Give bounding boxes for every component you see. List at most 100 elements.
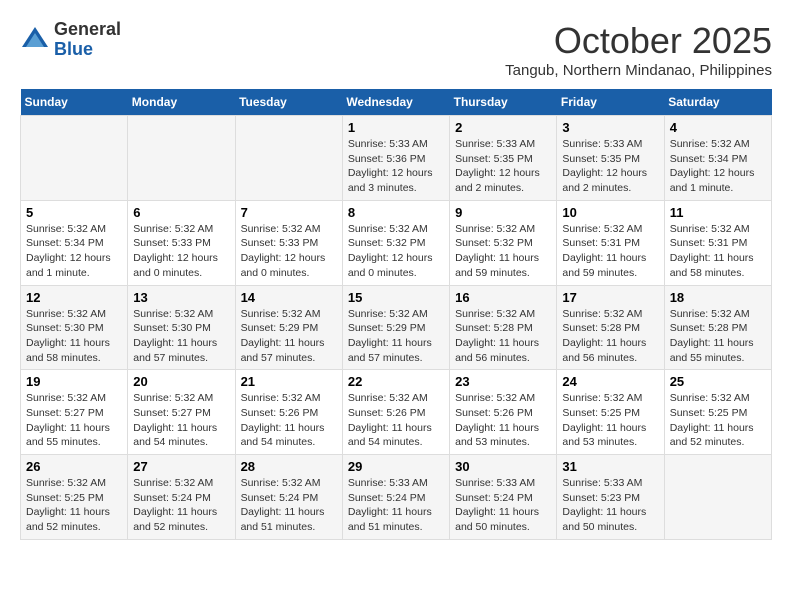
day-number: 24 [562,374,658,389]
day-number: 12 [26,290,122,305]
day-number: 28 [241,459,337,474]
day-info: Sunrise: 5:32 AMSunset: 5:32 PMDaylight:… [455,222,551,281]
day-number: 31 [562,459,658,474]
logo-icon [20,25,50,55]
logo: General Blue [20,20,121,60]
day-number: 18 [670,290,766,305]
calendar-cell: 14 Sunrise: 5:32 AMSunset: 5:29 PMDayligh… [235,285,342,370]
day-info: Sunrise: 5:32 AMSunset: 5:25 PMDaylight:… [26,476,122,535]
calendar-cell: 5Sunrise: 5:32 AMSunset: 5:34 PMDaylight… [21,200,128,285]
calendar-cell: 16 Sunrise: 5:32 AMSunset: 5:28 PMDayligh… [450,285,557,370]
day-number: 10 [562,205,658,220]
day-number: 1 [348,120,444,135]
calendar-cell: 28 Sunrise: 5:32 AMSunset: 5:24 PMDayligh… [235,455,342,540]
day-info: Sunrise: 5:32 AMSunset: 5:26 PMDaylight:… [455,391,551,450]
calendar-cell: 4 Sunrise: 5:32 AMSunset: 5:34 PMDaylight… [664,116,771,201]
calendar-cell: 19 Sunrise: 5:32 AMSunset: 5:27 PMDayligh… [21,370,128,455]
day-of-week-header: Thursday [450,89,557,116]
calendar-cell: 11 Sunrise: 5:32 AMSunset: 5:31 PMDayligh… [664,200,771,285]
calendar-cell [128,116,235,201]
page-header: General Blue October 2025 Tangub, Northe… [20,20,772,79]
calendar-cell [664,455,771,540]
day-number: 26 [26,459,122,474]
day-info: Sunrise: 5:32 AMSunset: 5:33 PMDaylight:… [133,222,229,281]
location: Tangub, Northern Mindanao, Philippines [505,62,772,79]
day-number: 27 [133,459,229,474]
day-info: Sunrise: 5:32 AMSunset: 5:33 PMDaylight:… [241,222,337,281]
day-info: Sunrise: 5:32 AMSunset: 5:27 PMDaylight:… [26,391,122,450]
calendar-cell: 29Sunrise: 5:33 AMSunset: 5:24 PMDayligh… [342,455,449,540]
calendar-cell [235,116,342,201]
day-number: 3 [562,120,658,135]
day-info: Sunrise: 5:32 AMSunset: 5:34 PMDaylight:… [26,222,122,281]
day-of-week-header: Friday [557,89,664,116]
calendar-cell: 27 Sunrise: 5:32 AMSunset: 5:24 PMDayligh… [128,455,235,540]
day-number: 23 [455,374,551,389]
calendar-cell: 20Sunrise: 5:32 AMSunset: 5:27 PMDayligh… [128,370,235,455]
day-number: 6 [133,205,229,220]
calendar-cell: 24 Sunrise: 5:32 AMSunset: 5:25 PMDayligh… [557,370,664,455]
calendar-cell: 21Sunrise: 5:32 AMSunset: 5:26 PMDayligh… [235,370,342,455]
day-number: 9 [455,205,551,220]
day-info: Sunrise: 5:32 AMSunset: 5:24 PMDaylight:… [133,476,229,535]
day-info: Sunrise: 5:33 AMSunset: 5:24 PMDaylight:… [348,476,444,535]
calendar-cell: 10 Sunrise: 5:32 AMSunset: 5:31 PMDayligh… [557,200,664,285]
calendar-week-row: 1Sunrise: 5:33 AMSunset: 5:36 PMDaylight… [21,116,772,201]
day-info: Sunrise: 5:32 AMSunset: 5:24 PMDaylight:… [241,476,337,535]
calendar-cell [21,116,128,201]
day-info: Sunrise: 5:32 AMSunset: 5:29 PMDaylight:… [241,307,337,366]
calendar-week-row: 5Sunrise: 5:32 AMSunset: 5:34 PMDaylight… [21,200,772,285]
calendar-cell: 15 Sunrise: 5:32 AMSunset: 5:29 PMDayligh… [342,285,449,370]
calendar-header: SundayMondayTuesdayWednesdayThursdayFrid… [21,89,772,116]
logo-text: General Blue [54,20,121,60]
calendar-cell: 25Sunrise: 5:32 AMSunset: 5:25 PMDayligh… [664,370,771,455]
day-number: 20 [133,374,229,389]
logo-general: General [54,20,121,40]
logo-blue: Blue [54,40,121,60]
calendar-table: SundayMondayTuesdayWednesdayThursdayFrid… [20,89,772,540]
day-info: Sunrise: 5:32 AMSunset: 5:26 PMDaylight:… [348,391,444,450]
calendar-cell: 26 Sunrise: 5:32 AMSunset: 5:25 PMDayligh… [21,455,128,540]
day-number: 14 [241,290,337,305]
day-info: Sunrise: 5:33 AMSunset: 5:24 PMDaylight:… [455,476,551,535]
day-info: Sunrise: 5:33 AMSunset: 5:35 PMDaylight:… [455,137,551,196]
calendar-body: 1Sunrise: 5:33 AMSunset: 5:36 PMDaylight… [21,116,772,540]
calendar-cell: 17 Sunrise: 5:32 AMSunset: 5:28 PMDayligh… [557,285,664,370]
day-number: 7 [241,205,337,220]
day-of-week-header: Wednesday [342,89,449,116]
month-title: October 2025 [505,20,772,62]
day-number: 4 [670,120,766,135]
day-info: Sunrise: 5:32 AMSunset: 5:31 PMDaylight:… [562,222,658,281]
day-info: Sunrise: 5:32 AMSunset: 5:31 PMDaylight:… [670,222,766,281]
day-number: 30 [455,459,551,474]
day-info: Sunrise: 5:32 AMSunset: 5:25 PMDaylight:… [670,391,766,450]
day-number: 22 [348,374,444,389]
calendar-cell: 30 Sunrise: 5:33 AMSunset: 5:24 PMDayligh… [450,455,557,540]
calendar-cell: 18Sunrise: 5:32 AMSunset: 5:28 PMDayligh… [664,285,771,370]
calendar-cell: 31 Sunrise: 5:33 AMSunset: 5:23 PMDayligh… [557,455,664,540]
day-of-week-header: Saturday [664,89,771,116]
day-info: Sunrise: 5:33 AMSunset: 5:23 PMDaylight:… [562,476,658,535]
day-number: 8 [348,205,444,220]
day-of-week-header: Tuesday [235,89,342,116]
calendar-cell: 7 Sunrise: 5:32 AMSunset: 5:33 PMDaylight… [235,200,342,285]
day-number: 15 [348,290,444,305]
day-number: 16 [455,290,551,305]
day-of-week-header: Sunday [21,89,128,116]
day-info: Sunrise: 5:32 AMSunset: 5:25 PMDaylight:… [562,391,658,450]
day-info: Sunrise: 5:32 AMSunset: 5:34 PMDaylight:… [670,137,766,196]
day-of-week-header: Monday [128,89,235,116]
calendar-week-row: 19 Sunrise: 5:32 AMSunset: 5:27 PMDayligh… [21,370,772,455]
calendar-cell: 1Sunrise: 5:33 AMSunset: 5:36 PMDaylight… [342,116,449,201]
day-info: Sunrise: 5:32 AMSunset: 5:26 PMDaylight:… [241,391,337,450]
day-number: 17 [562,290,658,305]
calendar-week-row: 12 Sunrise: 5:32 AMSunset: 5:30 PMDayligh… [21,285,772,370]
day-info: Sunrise: 5:32 AMSunset: 5:30 PMDaylight:… [133,307,229,366]
day-number: 11 [670,205,766,220]
day-info: Sunrise: 5:32 AMSunset: 5:28 PMDaylight:… [455,307,551,366]
calendar-cell: 6 Sunrise: 5:32 AMSunset: 5:33 PMDaylight… [128,200,235,285]
day-number: 19 [26,374,122,389]
calendar-cell: 22 Sunrise: 5:32 AMSunset: 5:26 PMDayligh… [342,370,449,455]
day-info: Sunrise: 5:32 AMSunset: 5:29 PMDaylight:… [348,307,444,366]
day-info: Sunrise: 5:32 AMSunset: 5:28 PMDaylight:… [562,307,658,366]
